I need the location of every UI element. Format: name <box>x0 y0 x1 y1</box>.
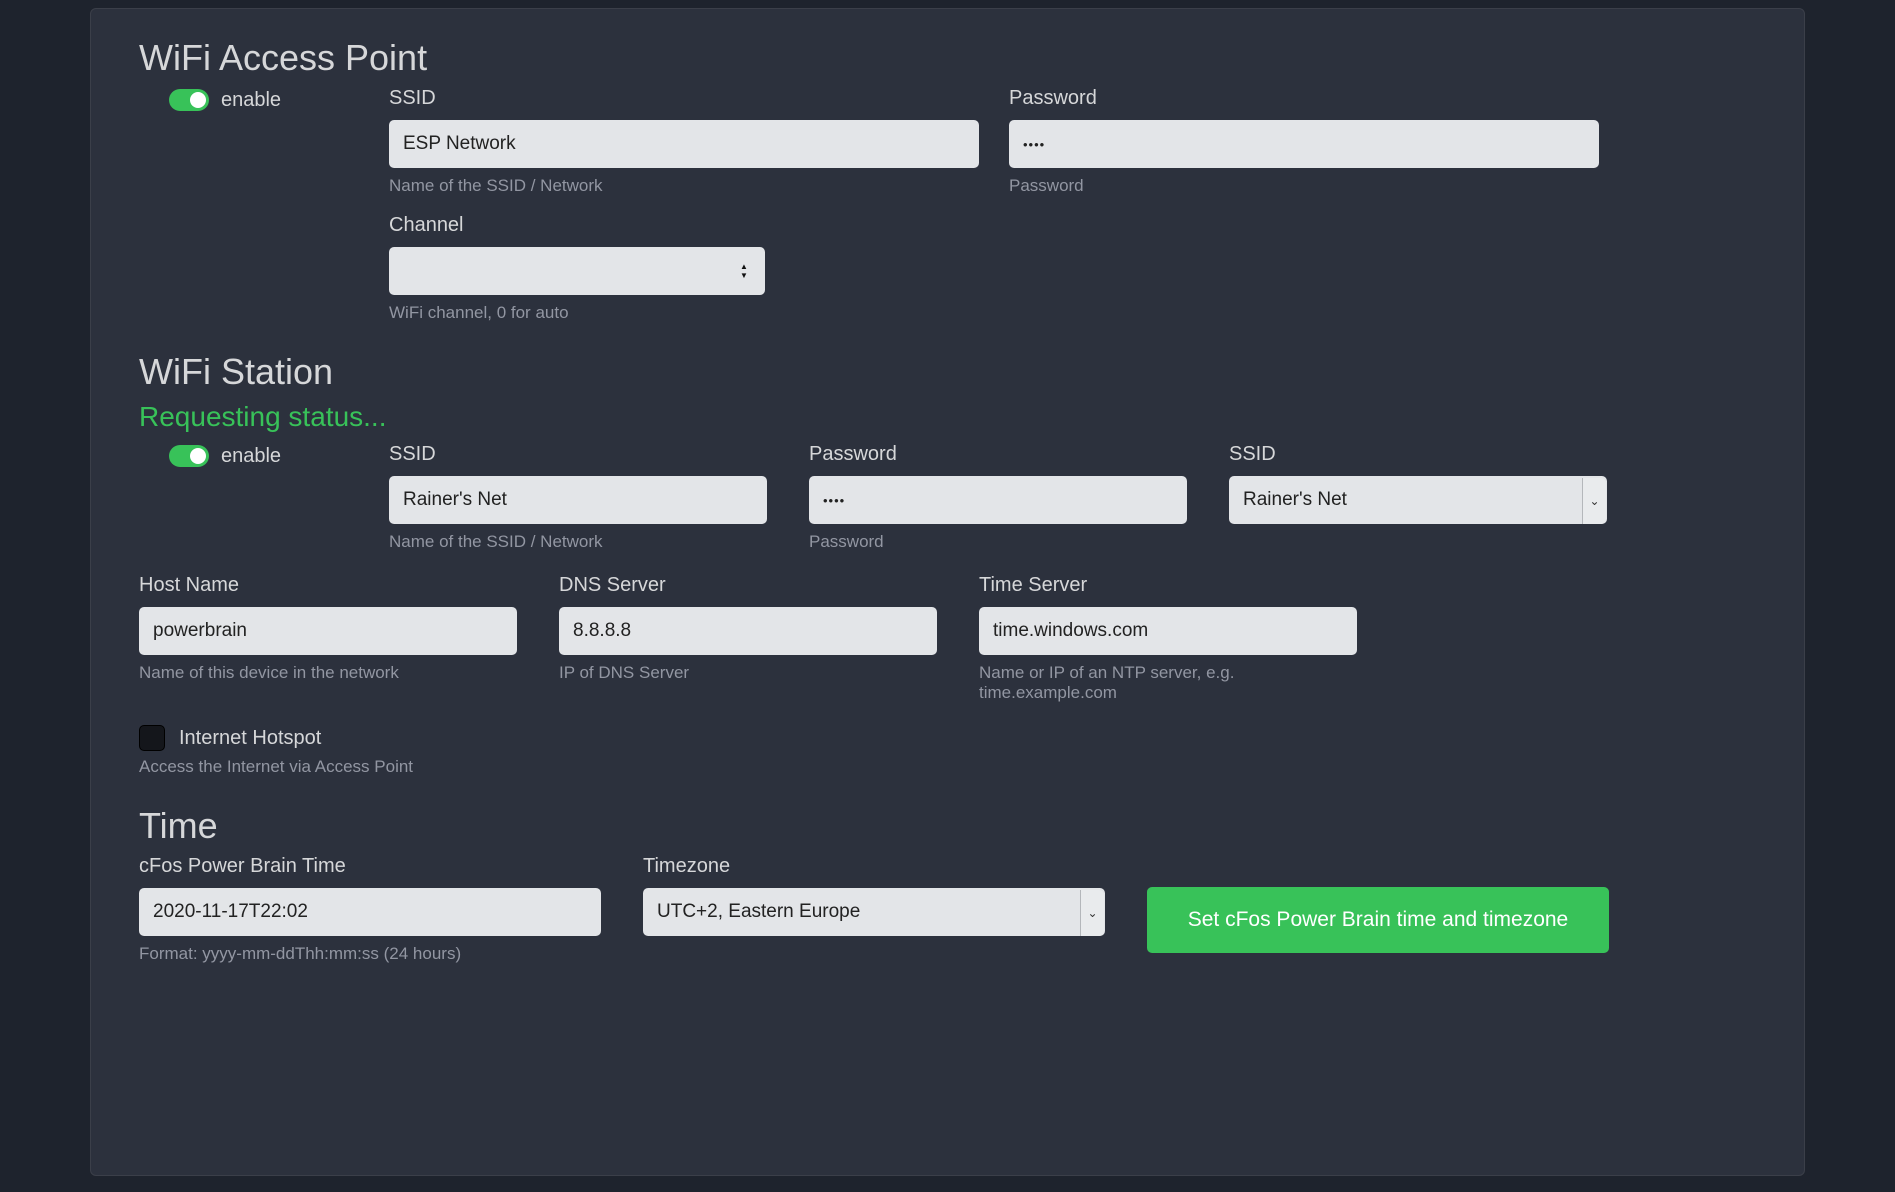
pbtime-help: Format: yyyy-mm-ddThh:mm:ss (24 hours) <box>139 944 601 964</box>
wifi-ap-heading: WiFi Access Point <box>139 37 1756 79</box>
stepper-arrows-icon: ▲▼ <box>737 259 751 283</box>
hostname-label: Host Name <box>139 574 517 597</box>
ap-channel-stepper[interactable]: ▲▼ <box>389 247 765 295</box>
timeserver-field: Time Server Name or IP of an NTP server,… <box>979 574 1357 703</box>
ap-enable-row: enable <box>139 87 389 196</box>
sta-enable-label: enable <box>221 445 281 468</box>
hotspot-label: Internet Hotspot <box>179 727 321 750</box>
sta-status-text: Requesting status... <box>139 401 1756 433</box>
ap-ssid-label: SSID <box>389 87 979 110</box>
dns-field: DNS Server IP of DNS Server <box>559 574 937 703</box>
timezone-select[interactable]: UTC+2, Eastern Europe ⌄ <box>643 888 1105 936</box>
ap-password-field: Password Password <box>1009 87 1599 196</box>
sta-password-help: Password <box>809 532 1187 552</box>
sta-password-label: Password <box>809 443 1187 466</box>
timezone-field: Timezone UTC+2, Eastern Europe ⌄ <box>643 855 1105 936</box>
ap-channel-label: Channel <box>389 214 765 237</box>
timezone-label: Timezone <box>643 855 1105 878</box>
sta-ssid-label: SSID <box>389 443 767 466</box>
sta-ssid-select-value: Rainer's Net <box>1243 489 1582 511</box>
timeserver-help: Name or IP of an NTP server, e.g. time.e… <box>979 663 1357 703</box>
chevron-down-icon: ⌄ <box>1582 478 1606 524</box>
wifi-ap-section: WiFi Access Point enable SSID Name of th… <box>139 37 1756 323</box>
hostname-help: Name of this device in the network <box>139 663 517 683</box>
timeserver-input[interactable] <box>979 607 1357 655</box>
ap-channel-help: WiFi channel, 0 for auto <box>389 303 765 323</box>
sta-ssid-input[interactable] <box>389 476 767 524</box>
sta-ssid-select-field: SSID Rainer's Net ⌄ <box>1229 443 1607 552</box>
sta-password-input[interactable] <box>809 476 1187 524</box>
hotspot-checkbox[interactable] <box>139 725 165 751</box>
set-time-button[interactable]: Set cFos Power Brain time and timezone <box>1147 887 1609 953</box>
pbtime-field: cFos Power Brain Time Format: yyyy-mm-dd… <box>139 855 601 964</box>
sta-ssid-field: SSID Name of the SSID / Network <box>389 443 767 552</box>
dns-input[interactable] <box>559 607 937 655</box>
config-panel: WiFi Access Point enable SSID Name of th… <box>90 8 1805 1176</box>
sta-ssid-select-label: SSID <box>1229 443 1607 466</box>
hotspot-row: Internet Hotspot <box>139 725 1756 751</box>
hostname-input[interactable] <box>139 607 517 655</box>
pbtime-input[interactable] <box>139 888 601 936</box>
sta-password-field: Password Password <box>809 443 1187 552</box>
dns-label: DNS Server <box>559 574 937 597</box>
ap-ssid-help: Name of the SSID / Network <box>389 176 979 196</box>
sta-enable-row: enable <box>139 443 389 552</box>
wifi-sta-heading: WiFi Station <box>139 351 1756 393</box>
time-section: Time cFos Power Brain Time Format: yyyy-… <box>139 805 1756 964</box>
sta-enable-toggle[interactable] <box>169 445 209 467</box>
ap-ssid-input[interactable] <box>389 120 979 168</box>
sta-ssid-help: Name of the SSID / Network <box>389 532 767 552</box>
ap-channel-field: Channel ▲▼ WiFi channel, 0 for auto <box>389 214 765 323</box>
chevron-down-icon: ⌄ <box>1080 890 1104 936</box>
hostname-field: Host Name Name of this device in the net… <box>139 574 517 703</box>
timeserver-label: Time Server <box>979 574 1357 597</box>
time-heading: Time <box>139 805 1756 847</box>
pbtime-label: cFos Power Brain Time <box>139 855 601 878</box>
ap-enable-toggle[interactable] <box>169 89 209 111</box>
wifi-sta-section: WiFi Station Requesting status... enable… <box>139 351 1756 777</box>
sta-ssid-select[interactable]: Rainer's Net ⌄ <box>1229 476 1607 524</box>
ap-password-help: Password <box>1009 176 1599 196</box>
ap-password-input[interactable] <box>1009 120 1599 168</box>
dns-help: IP of DNS Server <box>559 663 937 683</box>
ap-password-label: Password <box>1009 87 1599 110</box>
hotspot-help: Access the Internet via Access Point <box>139 757 1756 777</box>
timezone-value: UTC+2, Eastern Europe <box>657 901 1080 923</box>
ap-enable-label: enable <box>221 89 281 112</box>
ap-ssid-field: SSID Name of the SSID / Network <box>389 87 979 196</box>
